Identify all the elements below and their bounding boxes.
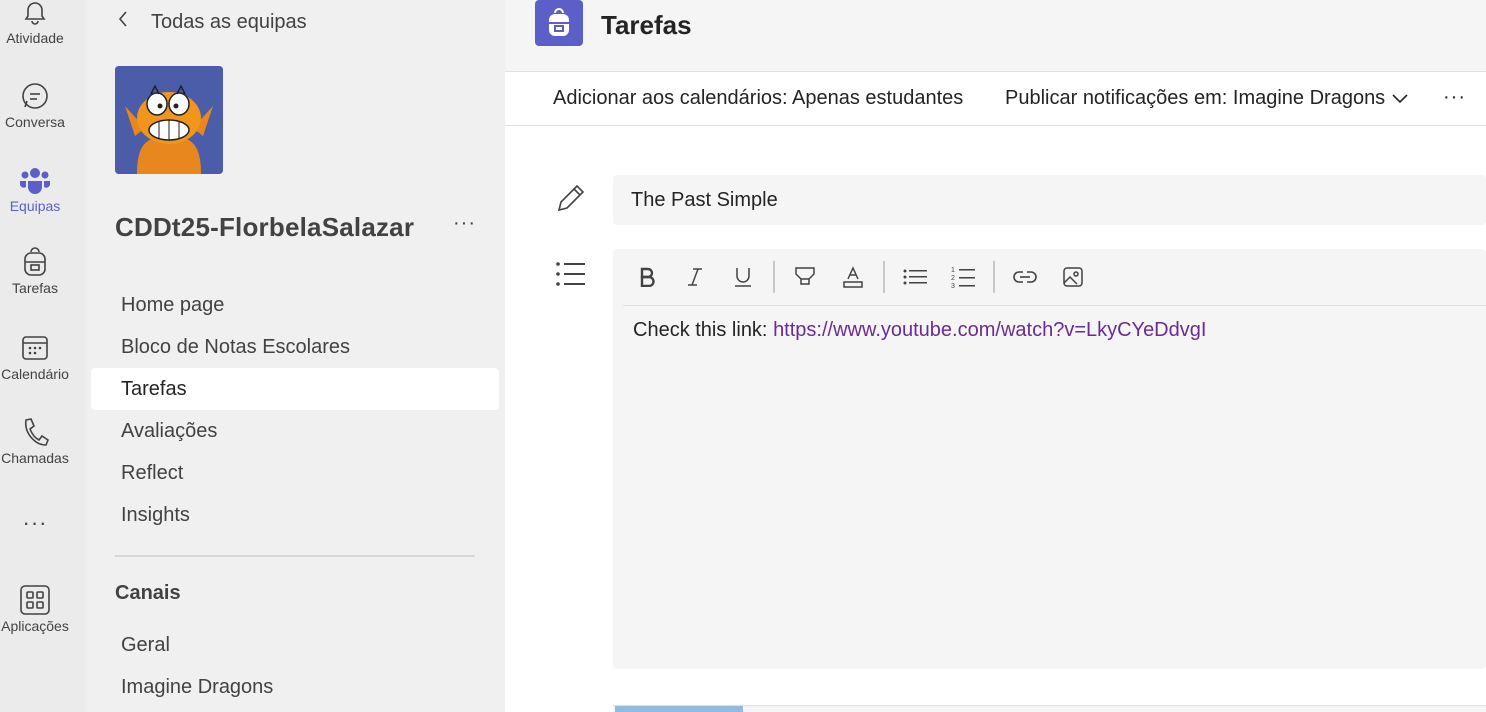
nav-item-reflect[interactable]: Reflect	[91, 452, 499, 494]
rail-label: Calendário	[1, 366, 69, 382]
rail-item-equipas[interactable]: Equipas	[0, 164, 70, 214]
channel-item-imagine-dragons[interactable]: Imagine Dragons	[91, 666, 499, 708]
highlight-button[interactable]	[781, 257, 829, 297]
nav-item-insights[interactable]: Insights	[91, 494, 499, 536]
numbered-list-button[interactable]: 123	[939, 257, 987, 297]
channel-list: Geral Imagine Dragons	[91, 624, 499, 708]
team-nav: Home page Bloco de Notas Escolares Taref…	[91, 284, 499, 536]
font-color-icon	[843, 266, 863, 288]
rail-item-aplicacoes[interactable]: Aplicações	[0, 584, 70, 634]
more-options-button[interactable]: ···	[1443, 86, 1466, 109]
rail-more-button[interactable]: ···	[0, 508, 70, 536]
nav-item-bloco-de-notas[interactable]: Bloco de Notas Escolares	[91, 326, 499, 368]
italic-button[interactable]	[671, 257, 719, 297]
highlighter-icon	[795, 267, 815, 285]
nav-item-tarefas[interactable]: Tarefas	[91, 368, 499, 410]
publish-notifications-dropdown[interactable]: Publicar notificações em: Imagine Dragon…	[1005, 87, 1409, 110]
phone-icon	[19, 416, 51, 448]
rail-item-chamadas[interactable]: Chamadas	[0, 416, 70, 466]
assignments-app-icon	[535, 0, 583, 46]
bell-icon	[19, 0, 51, 28]
svg-text:3: 3	[951, 283, 955, 289]
editor-toolbar: 123	[623, 249, 1486, 306]
instructions-editor[interactable]: 123 Check this link: https://www.youtube…	[613, 249, 1486, 669]
toolbar-separator	[993, 261, 995, 293]
rail-label: Conversa	[5, 114, 65, 130]
assignment-title-input[interactable]	[613, 175, 1486, 225]
instructions-link[interactable]: https://www.youtube.com/watch?v=LkyCYeDd…	[773, 319, 1206, 341]
back-label: Todas as equipas	[151, 10, 307, 33]
svg-text:2: 2	[951, 275, 955, 282]
instructions-body[interactable]: Check this link: https://www.youtube.com…	[633, 319, 1206, 342]
team-more-options-button[interactable]: ···	[453, 212, 476, 235]
rail-label: Chamadas	[1, 450, 69, 466]
team-panel: Todas as equipas CDDt25-FlorbelaSalazar …	[85, 0, 505, 712]
underline-button[interactable]	[719, 257, 767, 297]
rail-label: Aplicações	[1, 618, 69, 634]
calendar-setting-button[interactable]: Adicionar aos calendários: Apenas estuda…	[553, 87, 963, 110]
insert-image-button[interactable]	[1049, 257, 1097, 297]
link-icon	[1013, 271, 1037, 283]
main-content: Tarefas Adicionar aos calendários: Apena…	[505, 0, 1486, 712]
pencil-icon	[555, 182, 587, 219]
numbered-list-icon: 123	[951, 267, 975, 289]
attachment-thumbnail[interactable]	[615, 706, 743, 712]
divider	[115, 555, 475, 557]
font-color-button[interactable]	[829, 257, 877, 297]
image-icon	[1063, 267, 1083, 287]
backpack-icon	[19, 246, 51, 278]
app-header: Tarefas	[505, 0, 1486, 72]
underline-icon	[735, 268, 751, 287]
more-icon: ···	[22, 510, 48, 535]
back-to-teams-link[interactable]: Todas as equipas	[117, 10, 307, 34]
app-rail: Atividade Conversa Equipas Tarefas Calen…	[0, 0, 85, 712]
chat-icon	[19, 80, 51, 112]
rail-label: Tarefas	[12, 280, 58, 296]
bulleted-list-button[interactable]	[891, 257, 939, 297]
toolbar-separator	[883, 261, 885, 293]
calendar-icon	[19, 332, 51, 364]
nav-item-home-page[interactable]: Home page	[91, 284, 499, 326]
rail-label: Atividade	[6, 30, 64, 46]
bold-button[interactable]	[623, 257, 671, 297]
attachment-strip	[613, 705, 1486, 712]
italic-icon	[688, 268, 702, 286]
rail-item-tarefas[interactable]: Tarefas	[0, 246, 70, 296]
page-title: Tarefas	[601, 10, 692, 40]
channel-item-geral[interactable]: Geral	[91, 624, 499, 666]
list-icon	[555, 260, 587, 293]
instructions-text: Check this link:	[633, 319, 774, 341]
publish-notifications-label: Publicar notificações em: Imagine Dragon…	[1005, 87, 1386, 109]
rail-item-conversa[interactable]: Conversa	[0, 80, 70, 130]
rail-item-calendario[interactable]: Calendário	[0, 332, 70, 382]
svg-text:1: 1	[951, 267, 955, 274]
chevron-left-icon	[117, 10, 139, 34]
nav-item-avaliacoes[interactable]: Avaliações	[91, 410, 499, 452]
teams-icon	[19, 164, 51, 196]
apps-icon	[19, 584, 51, 616]
team-avatar	[115, 66, 223, 174]
bold-icon	[640, 267, 655, 287]
insert-link-button[interactable]	[1001, 257, 1049, 297]
team-name: CDDt25-FlorbelaSalazar	[115, 212, 415, 242]
rail-label: Equipas	[9, 198, 61, 214]
toolbar-separator	[773, 261, 775, 293]
rail-item-atividade[interactable]: Atividade	[0, 0, 70, 46]
assignment-settings-bar: Adicionar aos calendários: Apenas estuda…	[505, 72, 1486, 126]
channels-heading: Canais	[115, 582, 181, 604]
bulleted-list-icon	[903, 269, 927, 285]
chevron-down-icon	[1391, 87, 1409, 110]
